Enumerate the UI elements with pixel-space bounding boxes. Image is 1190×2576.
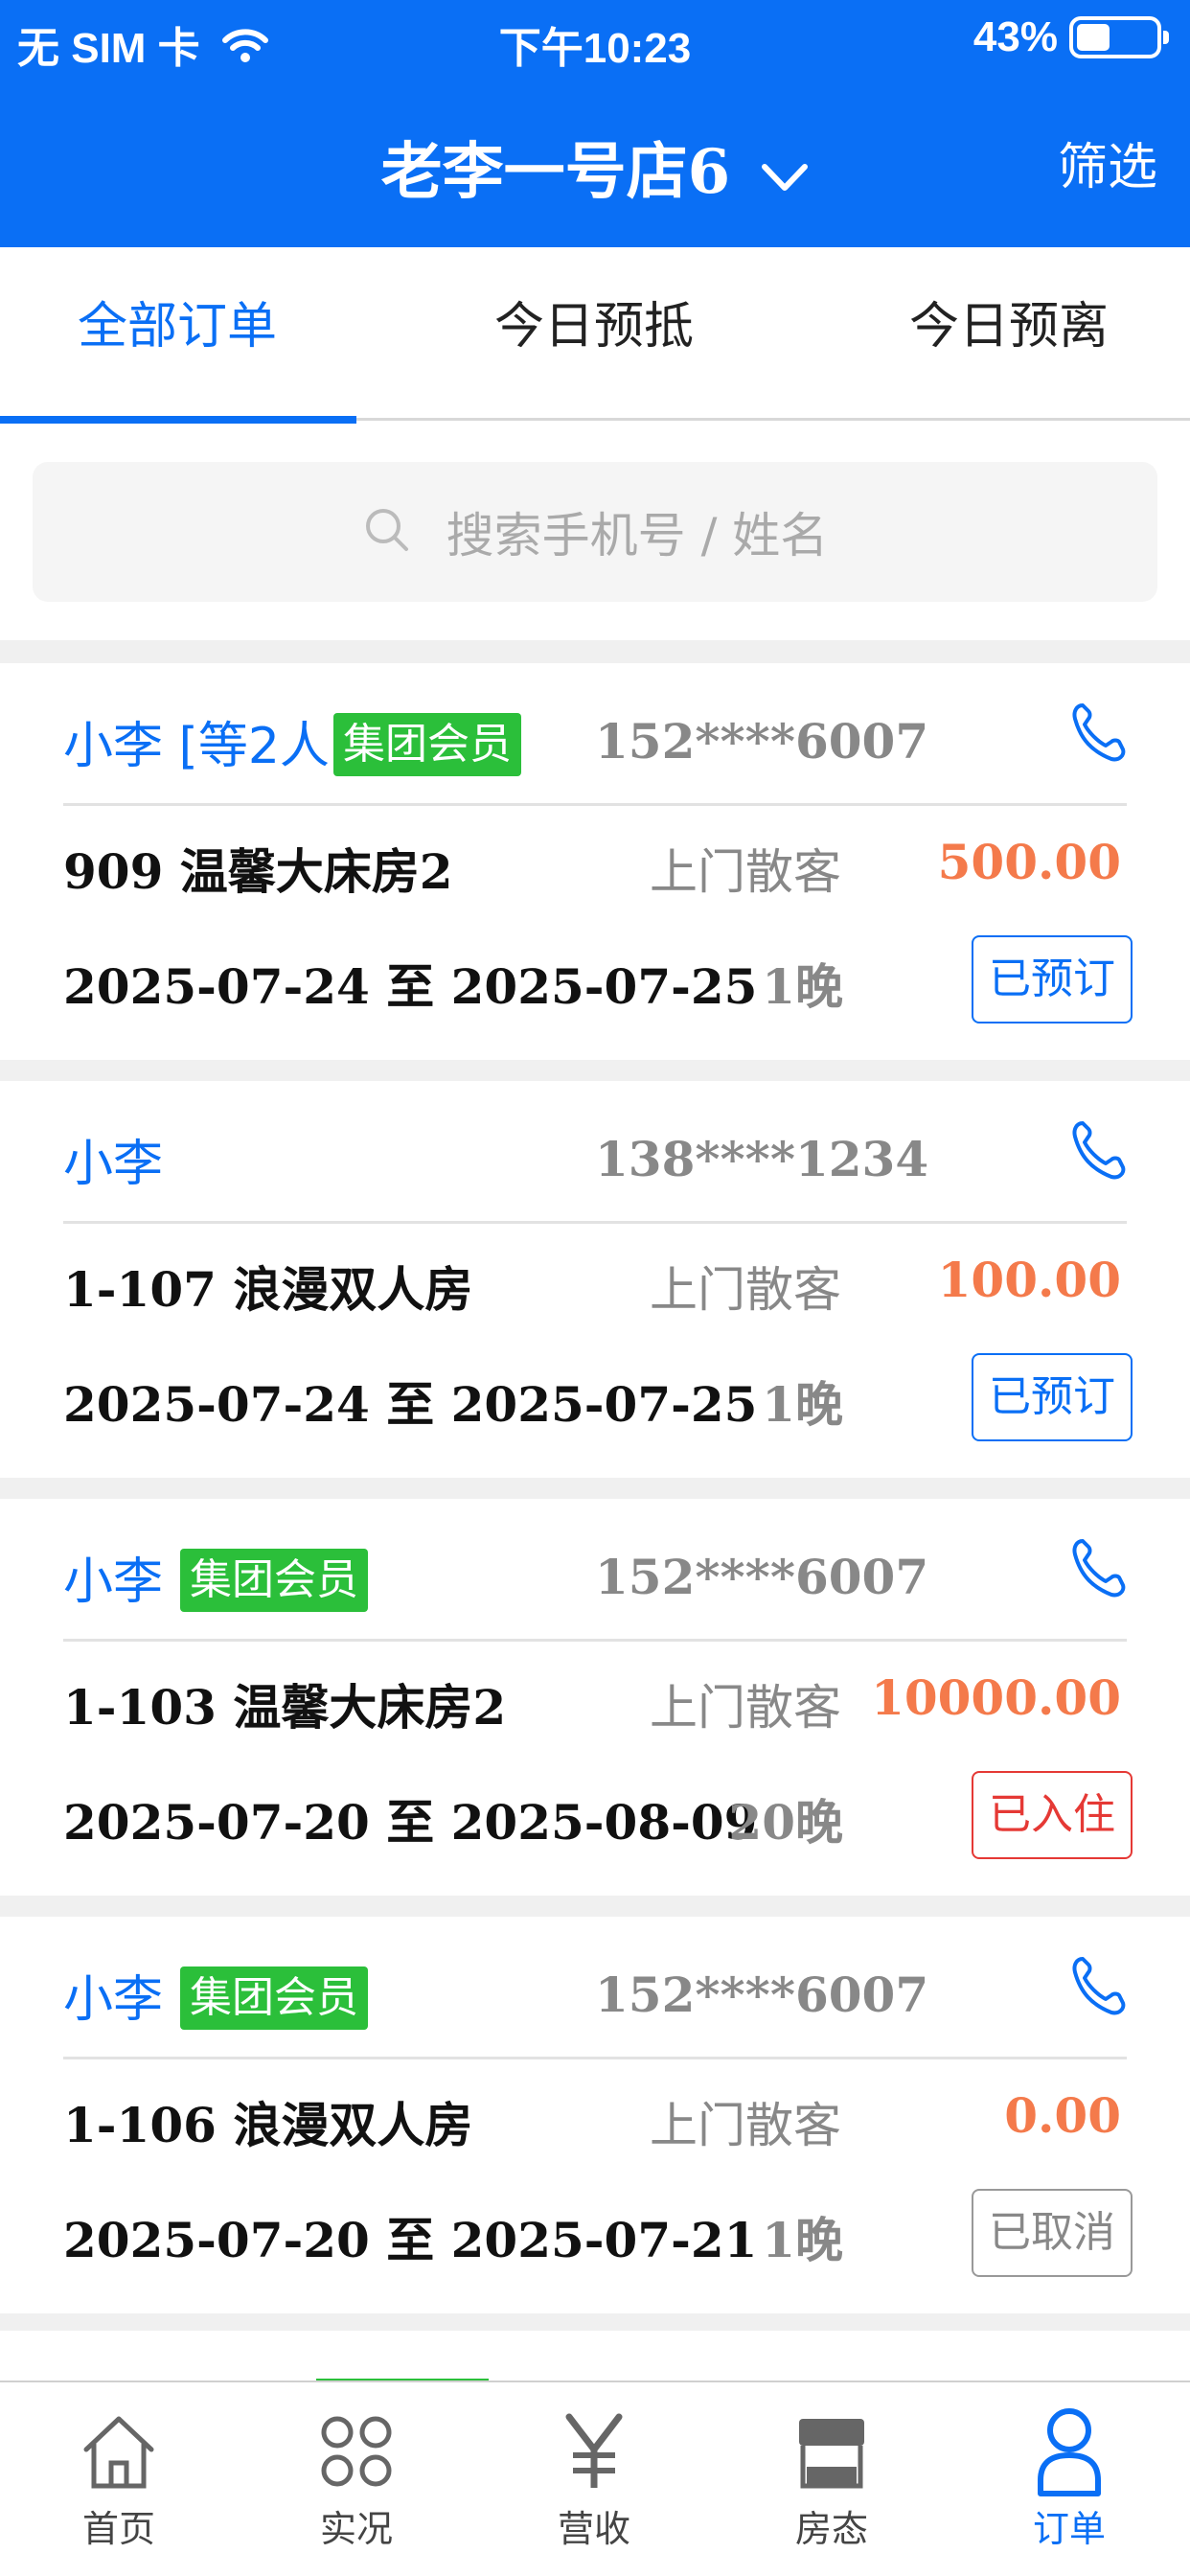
order-header: 小李 集团会员 152****6007 — [63, 1499, 1127, 1639]
grid-circles-icon — [261, 2405, 452, 2497]
store-icon — [736, 2405, 927, 2497]
status-bar: 无 SIM 卡 下午10:23 43% — [0, 0, 1190, 80]
stay-dates: 2025-07-24 至 2025-07-25 — [63, 1376, 758, 1433]
order-price: 500.00 — [937, 834, 1121, 890]
card-divider — [63, 1639, 1127, 1642]
order-source: 上门散客 — [650, 1262, 841, 1318]
order-tabs: 全部订单 今日预抵 今日预离 — [0, 247, 1190, 424]
order-source: 上门散客 — [650, 844, 841, 900]
order-source: 上门散客 — [650, 1680, 841, 1736]
order-card[interactable]: 小李 集团会员 152****6007 1-106 浪漫双人房 上门散客 0.00 2025… — [0, 1917, 1190, 2313]
order-status-button[interactable]: 已入住 — [972, 1771, 1133, 1859]
tab-active-indicator — [0, 416, 356, 424]
tabbar-home[interactable]: 首页 — [23, 2405, 215, 2552]
stay-dates: 2025-07-20 至 2025-07-21 — [63, 2212, 758, 2268]
tabbar-orders-label: 订单 — [1032, 2508, 1106, 2550]
tabbar-live[interactable]: 实况 — [261, 2405, 452, 2552]
order-card[interactable]: 小李 [等2人] 集团会员 152****6007 909 温馨大床房2 上门散客 500… — [0, 663, 1190, 1060]
guest-name[interactable]: 小李 — [63, 1123, 163, 1195]
order-price: 0.00 — [1004, 2087, 1121, 2144]
battery-group: 43% — [973, 13, 1169, 61]
battery-icon — [1069, 16, 1169, 58]
search-input[interactable]: 搜索手机号 / 姓名 — [33, 462, 1157, 602]
stay-dates: 2025-07-20 至 2025-08-09 — [63, 1794, 758, 1851]
stay-nights: 1晚 — [762, 958, 843, 1015]
guest-phone: 152****6007 — [595, 1549, 929, 1605]
store-selector[interactable]: 老李一号店6 — [0, 123, 1190, 213]
search-placeholder: 搜索手机号 / 姓名 — [446, 508, 829, 564]
person-icon — [973, 2405, 1165, 2497]
guest-phone: 152****6007 — [595, 1966, 929, 2023]
order-header: 小李 138****1234 — [63, 1081, 1127, 1221]
guest-phone: 138****1234 — [595, 1131, 929, 1187]
phone-call-icon[interactable] — [1069, 1119, 1127, 1184]
tab-today-departures[interactable]: 今日预离 — [817, 286, 1190, 357]
tab-today-arrivals[interactable]: 今日预抵 — [402, 286, 786, 357]
top-bar: 无 SIM 卡 下午10:23 43% 老李一号店6 筛选 — [0, 0, 1190, 247]
filter-button[interactable]: 筛选 — [1058, 126, 1157, 198]
tabbar-live-label: 实况 — [319, 2508, 393, 2550]
search-icon — [362, 505, 412, 559]
room-name: 1-107 浪漫双人房 — [63, 1261, 473, 1318]
member-badge: 集团会员 — [333, 713, 521, 776]
member-badge: 集团会员 — [180, 1549, 368, 1612]
member-badge: 集团会员 — [180, 1966, 368, 2030]
tabbar-orders[interactable]: 订单 — [973, 2405, 1165, 2552]
store-title: 老李一号店6 — [380, 136, 731, 208]
card-divider — [63, 2057, 1127, 2059]
tabbar-room-status[interactable]: 房态 — [736, 2405, 927, 2552]
guest-name[interactable]: 小李 — [63, 1541, 163, 1613]
order-price: 100.00 — [937, 1252, 1121, 1308]
order-header: 小李 [等2人] 集团会员 152****6007 — [63, 663, 1127, 803]
tabbar-revenue-label: 营收 — [557, 2508, 630, 2550]
room-name: 909 温馨大床房2 — [63, 843, 453, 900]
battery-percent: 43% — [973, 13, 1058, 60]
stay-nights: 1晚 — [762, 1376, 843, 1433]
yen-icon — [498, 2405, 690, 2497]
guest-name[interactable]: 小李 [等2人] — [63, 705, 349, 777]
order-card[interactable]: 小李 138****1234 1-107 浪漫双人房 上门散客 100.00 2025-0… — [0, 1081, 1190, 1478]
phone-call-icon[interactable] — [1069, 1537, 1127, 1602]
tabbar-room-status-label: 房态 — [794, 2508, 868, 2550]
order-status-button[interactable]: 已取消 — [972, 2189, 1133, 2277]
phone-call-icon[interactable] — [1069, 1955, 1127, 2020]
tabbar-revenue[interactable]: 营收 — [498, 2405, 690, 2552]
guest-phone: 152****6007 — [595, 713, 929, 770]
home-icon — [23, 2405, 215, 2497]
chevron-down-icon — [761, 141, 809, 213]
stay-nights: 20晚 — [728, 1794, 843, 1851]
tabbar-home-label: 首页 — [81, 2508, 155, 2550]
room-name: 1-106 浪漫双人房 — [63, 2097, 473, 2153]
bottom-tab-bar: 首页 实况 营收 房态 订单 — [0, 2380, 1190, 2576]
guest-name[interactable]: 小李 — [63, 1959, 163, 2031]
tab-all-orders[interactable]: 全部订单 — [0, 286, 369, 357]
order-card[interactable]: 小李 集团会员 152****6007 1-103 温馨大床房2 上门散客 10000.0… — [0, 1499, 1190, 1896]
card-divider — [63, 803, 1127, 806]
order-source: 上门散客 — [650, 2098, 841, 2153]
order-header: 小李 集团会员 152****6007 — [63, 1917, 1127, 2057]
stay-dates: 2025-07-24 至 2025-07-25 — [63, 958, 758, 1015]
card-divider — [63, 1221, 1127, 1224]
search-section: 搜索手机号 / 姓名 — [0, 424, 1190, 640]
phone-call-icon[interactable] — [1069, 702, 1127, 767]
stay-nights: 1晚 — [762, 2212, 843, 2268]
room-name: 1-103 温馨大床房2 — [63, 1679, 507, 1736]
order-status-button[interactable]: 已预订 — [972, 1353, 1133, 1441]
order-status-button[interactable]: 已预订 — [972, 935, 1133, 1024]
order-price: 10000.00 — [871, 1669, 1121, 1726]
